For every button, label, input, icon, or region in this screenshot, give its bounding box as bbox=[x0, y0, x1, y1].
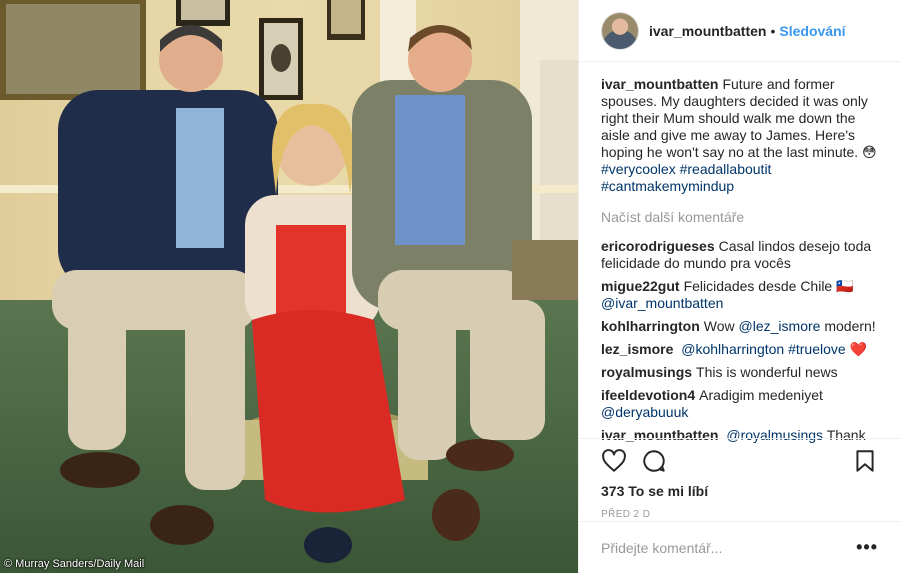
comments-list: ivar_mountbatten Future and former spouse… bbox=[579, 62, 900, 444]
post-date[interactable]: PŘED 2 D bbox=[601, 509, 878, 520]
comment-username[interactable]: royalmusings bbox=[601, 364, 692, 380]
comment-username[interactable]: migue22gut bbox=[601, 278, 680, 294]
post-actions: 373 To se mi líbí PŘED 2 D bbox=[579, 438, 900, 520]
comment: lez_ismore @kohlharrington #truelove ❤️ bbox=[601, 341, 878, 358]
comment-icon[interactable] bbox=[641, 448, 667, 474]
comment-mention[interactable]: @kohlharrington bbox=[681, 341, 784, 357]
comment-text: Felicidades desde Chile 🇨🇱 bbox=[683, 278, 854, 294]
comment-mention[interactable]: @lez_ismore bbox=[739, 318, 821, 334]
likes-count[interactable]: 373 To se mi líbí bbox=[601, 483, 878, 499]
comment: royalmusings This is wonderful news bbox=[601, 364, 878, 381]
instagram-post-modal: © Murray Sanders/Daily Mail ivar_mountba… bbox=[0, 0, 900, 573]
comment-text-after[interactable]: #truelove ❤️ bbox=[788, 341, 867, 357]
post-sidebar: ivar_mountbatten • Sledování ivar_mountb… bbox=[578, 0, 900, 573]
comment: migue22gut Felicidades desde Chile 🇨🇱 @iv… bbox=[601, 278, 878, 312]
photo-credit: © Murray Sanders/Daily Mail bbox=[4, 558, 145, 570]
post-photo-illustration bbox=[0, 0, 578, 573]
comment-text: Wow bbox=[703, 318, 735, 334]
load-more-comments-button[interactable]: Načíst další komentáře bbox=[601, 209, 878, 226]
add-comment-bar: ••• bbox=[579, 521, 900, 573]
comment-text-after: modern! bbox=[824, 318, 876, 334]
header-username[interactable]: ivar_mountbatten bbox=[649, 23, 766, 39]
post-photo[interactable]: © Murray Sanders/Daily Mail bbox=[0, 0, 578, 573]
follow-button[interactable]: Sledování bbox=[779, 23, 845, 39]
comment: ericorodrigueses Casal lindos desejo toda… bbox=[601, 238, 878, 272]
heart-icon[interactable] bbox=[601, 448, 627, 474]
comment: ifeeldevotion4 Aradigim medeniyet @deryab… bbox=[601, 387, 878, 421]
avatar[interactable] bbox=[601, 11, 639, 50]
caption-username[interactable]: ivar_mountbatten bbox=[601, 76, 718, 92]
comment-mention[interactable]: @ivar_mountbatten bbox=[601, 295, 723, 311]
comment-mention[interactable]: @deryabuuuk bbox=[601, 404, 688, 420]
comment-input[interactable] bbox=[601, 539, 857, 556]
action-icons bbox=[601, 443, 878, 479]
comment-text: Aradigim medeniyet bbox=[699, 387, 823, 403]
hashtag-verycoolex[interactable]: #verycoolex bbox=[601, 161, 676, 177]
options-icon[interactable]: ••• bbox=[856, 537, 878, 558]
hashtag-readallaboutit[interactable]: #readallaboutit bbox=[680, 161, 772, 177]
comment: kohlharrington Wow @lez_ismore modern! bbox=[601, 318, 878, 335]
post-header: ivar_mountbatten • Sledování bbox=[579, 0, 900, 62]
comment-username[interactable]: ericorodrigueses bbox=[601, 238, 715, 254]
comment-username[interactable]: kohlharrington bbox=[601, 318, 700, 334]
bookmark-icon[interactable] bbox=[852, 448, 878, 474]
caption: ivar_mountbatten Future and former spouse… bbox=[601, 76, 878, 195]
hashtag-cantmakemymindup[interactable]: #cantmakemymindup bbox=[601, 178, 734, 194]
comment-username[interactable]: ifeeldevotion4 bbox=[601, 387, 695, 403]
comment-username[interactable]: lez_ismore bbox=[601, 341, 673, 357]
comment-text: This is wonderful news bbox=[696, 364, 838, 380]
header-separator: • bbox=[770, 22, 776, 39]
